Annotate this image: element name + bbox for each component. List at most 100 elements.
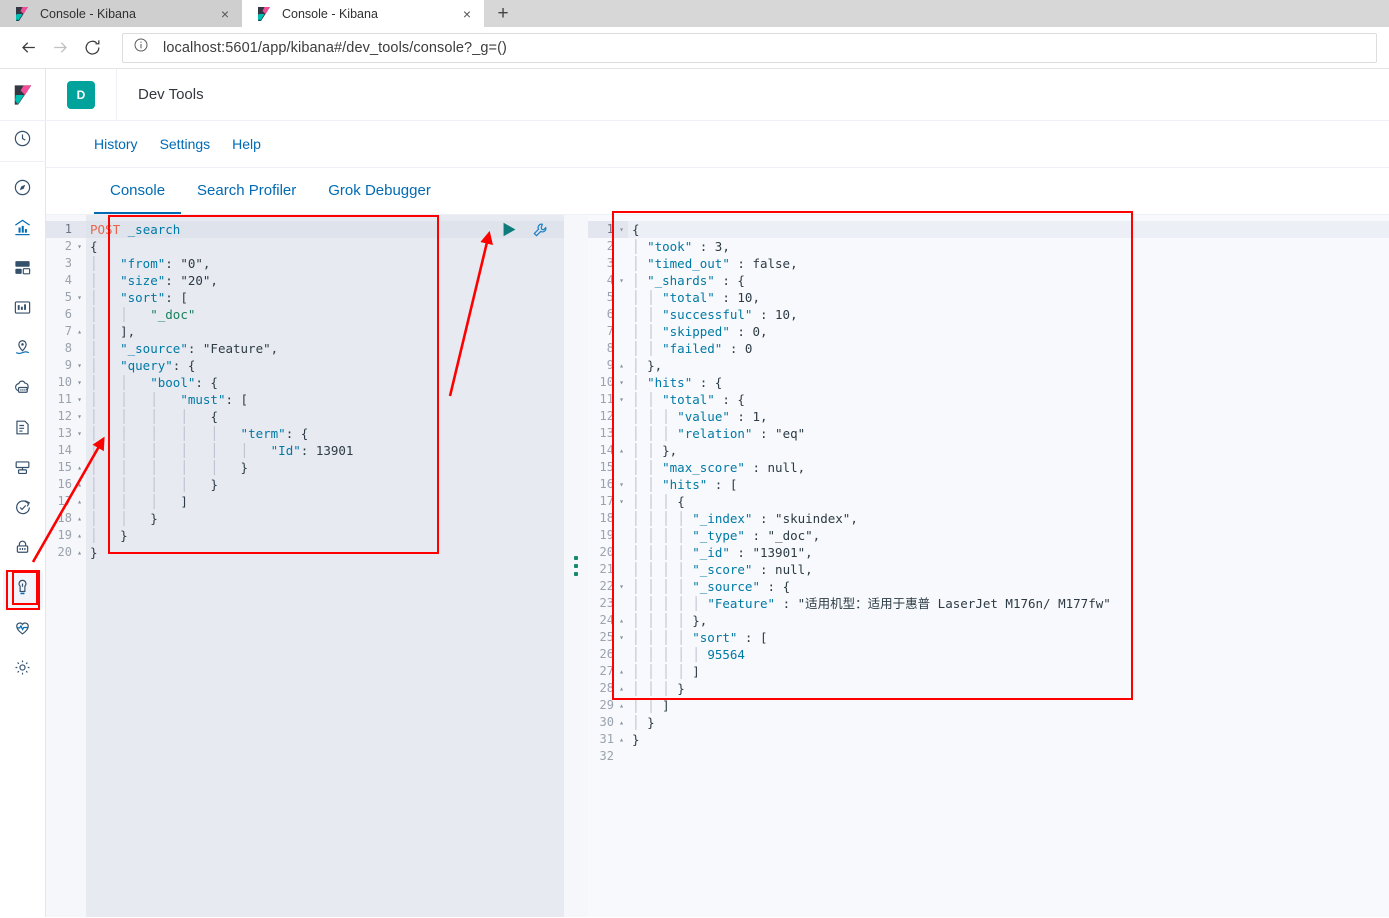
code-line: { xyxy=(90,239,98,254)
wrench-icon xyxy=(13,578,32,602)
send-request-play-icon[interactable] xyxy=(501,221,518,243)
code-line: } xyxy=(632,732,640,747)
kibana-app: D Dev Tools History Settings Help Consol… xyxy=(0,68,1389,917)
kibana-sidebar xyxy=(0,69,46,917)
line-number: 17 ▴ xyxy=(57,494,82,508)
response-editor-pane[interactable]: 1 ▾ 2 3 4 ▾ 5 6 7 8 9 ▴ 10 ▾ 11 ▾ 12 13 14 ▴ 15 16 ▾ 17 ▾ 18 19 20 2… xyxy=(588,215,1389,917)
line-number: 12 xyxy=(599,409,614,423)
line-number: 14 xyxy=(57,443,72,457)
kibana-main: D Dev Tools History Settings Help Consol… xyxy=(46,68,1389,917)
subnav-item-history[interactable]: History xyxy=(94,136,138,152)
line-number: 14 ▴ xyxy=(599,443,624,457)
browser-toolbar: localhost:5601/app/kibana#/dev_tools/con… xyxy=(0,27,1389,69)
code-line: │ │ }, xyxy=(632,443,678,458)
line-number: 27 ▴ xyxy=(599,664,624,678)
line-number: 18 xyxy=(599,511,614,525)
kibana-home-logo[interactable] xyxy=(0,69,46,121)
line-number: 16 ▴ xyxy=(57,477,82,491)
reload-button[interactable] xyxy=(76,32,108,64)
line-number: 28 ▴ xyxy=(599,681,624,695)
subnav-item-settings[interactable]: Settings xyxy=(160,136,211,152)
subnav-item-help[interactable]: Help xyxy=(232,136,261,152)
lock-icon xyxy=(13,538,32,562)
line-number: 13 xyxy=(599,426,614,440)
sidebar-item-monitoring[interactable] xyxy=(3,610,43,650)
line-number: 6 xyxy=(64,307,72,321)
line-number: 29 ▴ xyxy=(599,698,624,712)
sidebar-item-maps[interactable] xyxy=(3,330,43,370)
app-header: D Dev Tools xyxy=(46,68,1389,121)
sidebar-item-infrastructure[interactable] xyxy=(3,450,43,490)
line-number: 10 ▾ xyxy=(599,375,624,389)
code-line: } xyxy=(90,545,98,560)
app-badge: D xyxy=(67,80,95,109)
line-number: 19 ▴ xyxy=(57,528,82,542)
sidebar-item-canvas[interactable] xyxy=(3,290,43,330)
line-number: 30 ▴ xyxy=(599,715,624,729)
new-tab-button[interactable]: + xyxy=(484,0,522,27)
sidebar-item-dev-tools[interactable] xyxy=(2,570,43,610)
sidebar-item-dashboard[interactable] xyxy=(3,250,43,290)
dev-tools-tabs: Console Search Profiler Grok Debugger xyxy=(46,168,1389,215)
gear-icon xyxy=(13,658,32,682)
tab-search-profiler[interactable]: Search Profiler xyxy=(181,168,312,214)
line-number: 2 ▾ xyxy=(64,239,82,253)
line-number: 21 xyxy=(599,562,614,576)
code-line: │ │ │ │ ] xyxy=(632,664,700,679)
dashboard-icon xyxy=(13,258,32,282)
code-line: │ │ "failed" : 0 xyxy=(632,341,753,356)
line-number: 7 ▴ xyxy=(64,324,82,338)
line-number: 26 xyxy=(599,647,614,661)
code-line: │ │ │ │ "_id" : "13901", xyxy=(632,545,813,560)
resizer-grip-icon xyxy=(574,556,578,576)
line-number: 22 ▾ xyxy=(599,579,624,593)
close-icon[interactable]: × xyxy=(458,5,476,23)
browser-tabstrip: Console - Kibana × Console - Kibana × + xyxy=(0,0,1389,27)
code-line: │ "from": "0", xyxy=(90,256,211,271)
forward-button[interactable] xyxy=(44,32,76,64)
sidebar-item-logs[interactable] xyxy=(3,410,43,450)
line-number: 5 xyxy=(606,290,614,304)
response-line-numbers: 1 ▾ 2 3 4 ▾ 5 6 7 8 9 ▴ 10 ▾ 11 ▾ 12 13 14 ▴ 15 16 ▾ 17 ▾ 18 19 20 2… xyxy=(588,215,628,917)
code-line: │ │ │ "must": [ xyxy=(90,392,249,407)
sidebar-item-apm[interactable] xyxy=(3,490,43,530)
code-line: │ "query": { xyxy=(90,358,196,373)
address-bar[interactable]: localhost:5601/app/kibana#/dev_tools/con… xyxy=(122,32,1377,63)
code-line: │ │ │ "relation" : "eq" xyxy=(632,426,806,441)
browser-tab-2[interactable]: Console - Kibana × xyxy=(242,0,484,27)
code-line: │ "took" : 3, xyxy=(632,239,730,254)
browser-tab-1[interactable]: Console - Kibana × xyxy=(0,0,242,27)
tab-grok-debugger[interactable]: Grok Debugger xyxy=(312,168,447,214)
line-number: 23 xyxy=(599,596,614,610)
request-editor-pane[interactable]: 1 2 ▾ 3 4 5 ▾ 6 7 ▴ 8 9 ▾ 10 ▾ 11 ▾ 12 ▾ 13 ▾ 14 15 ▴ 16 ▴ 17 ▴ 18 ▴ 1… xyxy=(46,215,564,917)
line-number: 20 ▴ xyxy=(57,545,82,559)
code-line: │ } xyxy=(90,528,128,543)
sidebar-item-management[interactable] xyxy=(3,650,43,690)
maps-pin-icon xyxy=(13,338,32,362)
code-line: │ │ "max_score" : null, xyxy=(632,460,806,475)
sidebar-item-machine-learning[interactable] xyxy=(3,370,43,410)
sidebar-item-recently-viewed[interactable] xyxy=(0,121,46,162)
code-line: │ │ } xyxy=(90,511,158,526)
code-line: │ "timed_out" : false, xyxy=(632,256,798,271)
code-line: │ │ │ │ │ "Feature" : "适用机型：适用于惠普 LaserJ… xyxy=(632,596,1111,611)
line-number: 5 ▾ xyxy=(64,290,82,304)
sidebar-item-uptime[interactable] xyxy=(3,530,43,570)
response-editor[interactable]: {│ "took" : 3, │ "timed_out" : false, │ "_… xyxy=(628,215,1389,917)
code-line: │ │ │ │ } xyxy=(90,477,218,492)
browser-tab-title: Console - Kibana xyxy=(282,6,378,21)
pane-resizer[interactable] xyxy=(564,215,588,917)
line-number: 24 ▴ xyxy=(599,613,624,627)
site-info-icon[interactable] xyxy=(133,37,151,58)
code-line: POST _search xyxy=(86,221,564,238)
back-button[interactable] xyxy=(12,32,44,64)
code-line: │ │ "_doc" xyxy=(90,307,196,322)
sidebar-item-discover[interactable] xyxy=(3,170,43,210)
request-options-wrench-icon[interactable] xyxy=(532,222,548,243)
machine-learning-icon xyxy=(13,378,32,402)
request-editor[interactable]: POST _search{│ "from": "0", │ "size": "20… xyxy=(86,215,564,917)
close-icon[interactable]: × xyxy=(216,5,234,23)
sidebar-item-visualize[interactable] xyxy=(3,210,43,250)
tab-console[interactable]: Console xyxy=(94,168,182,214)
